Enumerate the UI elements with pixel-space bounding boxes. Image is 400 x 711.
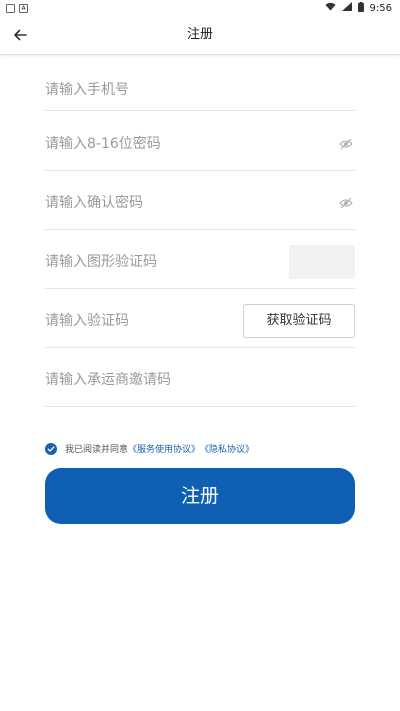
check-icon bbox=[47, 445, 55, 452]
status-time: 9:56 bbox=[369, 2, 392, 14]
register-button[interactable]: 注册 bbox=[45, 468, 355, 524]
captcha-field bbox=[45, 236, 355, 289]
agreement-text: 我已阅读并同意 bbox=[65, 445, 129, 455]
notification-a-icon: A bbox=[19, 3, 28, 13]
battery-icon bbox=[357, 1, 364, 15]
service-agreement-link[interactable]: 《服务使用协议》 bbox=[128, 442, 200, 455]
invite-code-field bbox=[45, 353, 355, 407]
sms-code-input[interactable] bbox=[45, 294, 235, 347]
password-input[interactable] bbox=[45, 117, 315, 170]
sms-code-field: 获取验证码 bbox=[45, 294, 355, 348]
eye-off-icon[interactable] bbox=[339, 137, 353, 151]
confirm-password-input[interactable] bbox=[45, 176, 315, 229]
get-code-button[interactable]: 获取验证码 bbox=[243, 303, 355, 338]
page-title: 注册 bbox=[186, 27, 213, 42]
confirm-password-field bbox=[45, 176, 355, 230]
agreement-checkbox[interactable] bbox=[45, 442, 57, 455]
invite-code-input[interactable] bbox=[45, 353, 315, 406]
status-bar: A 9:56 bbox=[0, 0, 400, 16]
phone-field bbox=[45, 70, 355, 111]
signal-icon bbox=[341, 2, 352, 14]
wifi-icon bbox=[325, 2, 336, 14]
privacy-agreement-link[interactable]: 《隐私协议》 bbox=[200, 442, 254, 455]
eye-off-icon[interactable] bbox=[339, 196, 353, 210]
app-bar: 注册 bbox=[0, 16, 400, 55]
agreement-row: 我已阅读并同意 《服务使用协议》 《隐私协议》 bbox=[45, 442, 254, 455]
captcha-image[interactable] bbox=[289, 245, 355, 279]
captcha-input[interactable] bbox=[45, 236, 275, 288]
phone-input[interactable] bbox=[45, 70, 315, 110]
notification-square-icon bbox=[6, 3, 15, 13]
password-field bbox=[45, 117, 355, 171]
